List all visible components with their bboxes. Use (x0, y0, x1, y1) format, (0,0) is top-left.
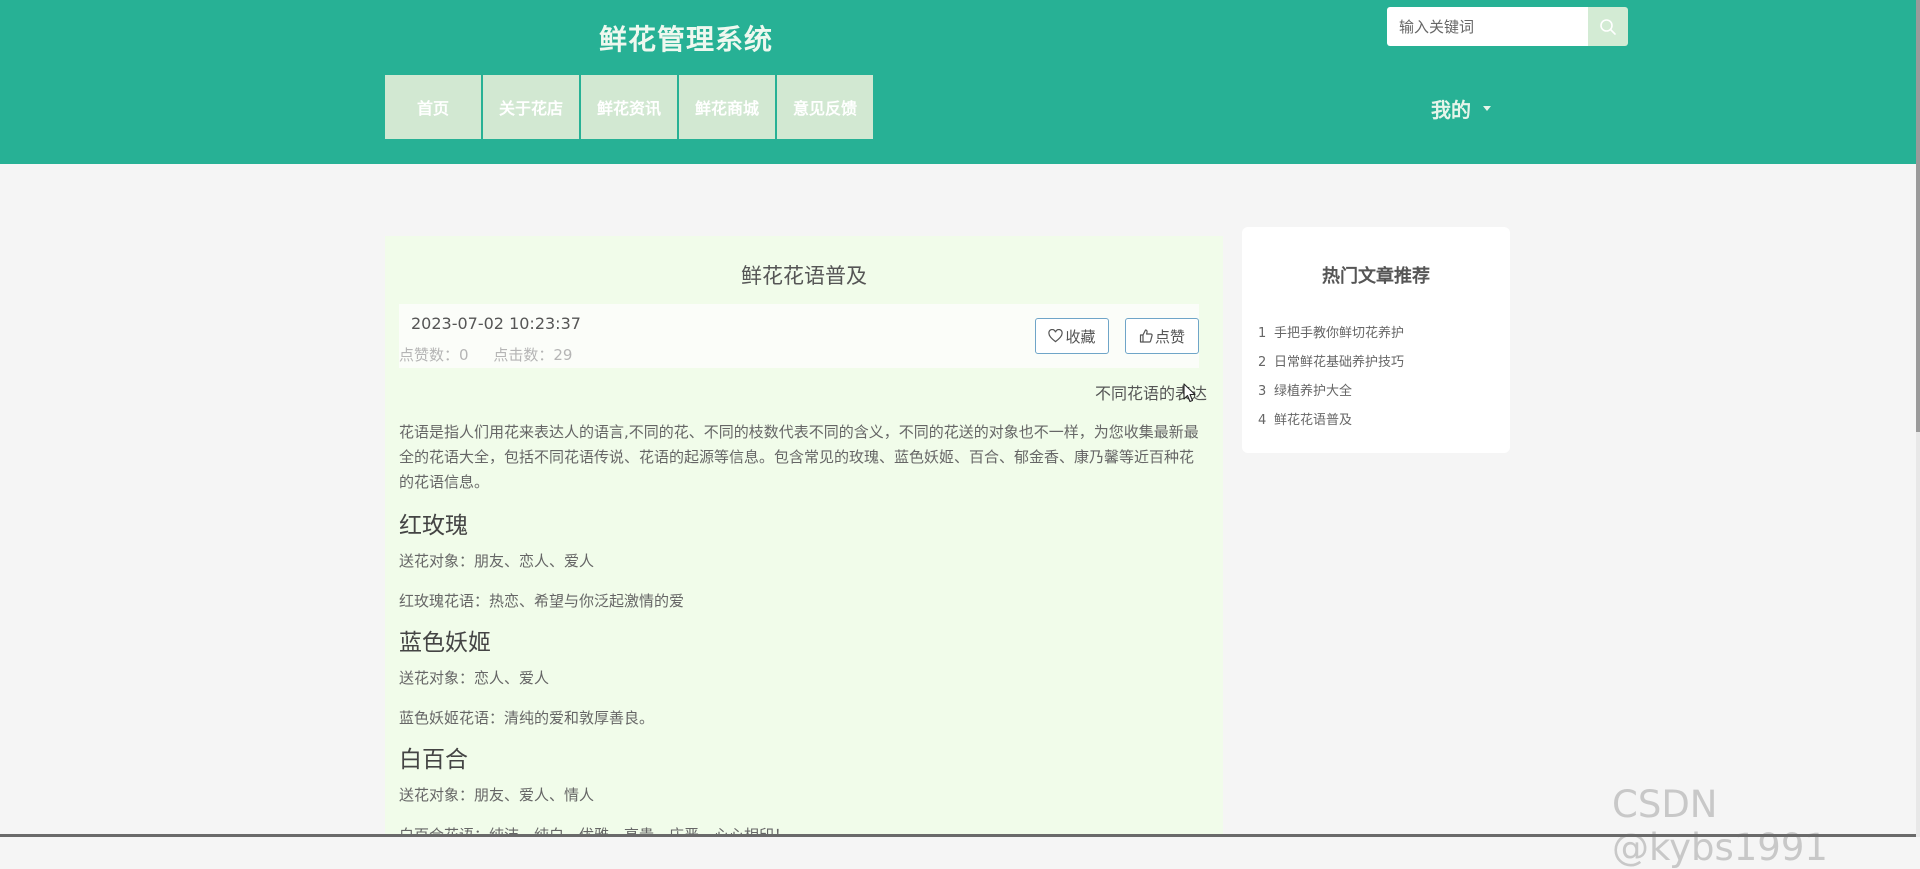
search-input[interactable] (1387, 7, 1588, 46)
favorite-label: 收藏 (1065, 327, 1096, 346)
search-button[interactable] (1588, 7, 1628, 46)
like-button[interactable]: 点赞 (1125, 318, 1199, 354)
top-header: 鲜花管理系统 首页 关于花店 鲜花资讯 鲜花商城 意见反馈 我的 (0, 0, 1916, 164)
hot-articles-sidebar: 热门文章推荐 1 手把手教你鲜切花养护 2 日常鲜花基础养护技巧 3 绿植养护大全 4… (1242, 227, 1510, 453)
watermark: CSDN @kybs1991 (1612, 783, 1828, 869)
click-count: 点击数：29 (493, 346, 573, 364)
hot-article-list: 1 手把手教你鲜切花养护 2 日常鲜花基础养护技巧 3 绿植养护大全 4 鲜花花语普及 (1258, 322, 1404, 438)
section-recipients: 送花对象：恋人、爱人 (399, 669, 550, 687)
search-icon (1600, 18, 1616, 35)
favorite-button[interactable]: 收藏 (1035, 318, 1109, 354)
section-meaning: 蓝色妖姬花语：清纯的爱和敦厚善良。 (399, 709, 655, 727)
publish-date: 2023-07-02 10:23:37 (411, 314, 581, 333)
thumbs-up-icon (1139, 329, 1153, 343)
article-stats: 点赞数：0 点击数：29 (399, 344, 592, 365)
hot-article-item[interactable]: 1 手把手教你鲜切花养护 (1258, 322, 1404, 351)
hot-article-item[interactable]: 4 鲜花花语普及 (1258, 409, 1404, 438)
item-label: 鲜花花语普及 (1274, 413, 1353, 428)
article-panel: 鲜花花语普及 2023-07-02 10:23:37 点赞数：0 点击数：29 … (385, 236, 1223, 837)
mouse-cursor-icon (1183, 383, 1196, 403)
flower-section: 蓝色妖姬 送花对象：恋人、爱人 蓝色妖姬花语：清纯的爱和敦厚善良。 (399, 623, 1207, 728)
section-meaning: 红玫瑰花语：热恋、希望与你泛起激情的爱 (399, 592, 685, 610)
hot-article-item[interactable]: 3 绿植养护大全 (1258, 380, 1404, 409)
item-label: 日常鲜花基础养护技巧 (1274, 355, 1405, 370)
nav-item-about[interactable]: 关于花店 (483, 75, 579, 139)
user-menu[interactable]: 我的 (1431, 94, 1491, 122)
like-count: 点赞数：0 (399, 346, 469, 364)
section-heading: 红玫瑰 (399, 513, 468, 539)
main-nav: 首页 关于花店 鲜花资讯 鲜花商城 意见反馈 (385, 75, 873, 139)
flower-section: 红玫瑰 送花对象：朋友、恋人、爱人 红玫瑰花语：热恋、希望与你泛起激情的爱 (399, 506, 1207, 611)
item-number: 4 (1258, 413, 1267, 428)
section-recipients: 送花对象：朋友、爱人、情人 (399, 786, 595, 804)
hot-article-item[interactable]: 2 日常鲜花基础养护技巧 (1258, 351, 1404, 380)
nav-item-home[interactable]: 首页 (385, 75, 481, 139)
item-label: 手把手教你鲜切花养护 (1274, 326, 1405, 341)
page-scrollbar[interactable] (1916, 0, 1920, 837)
nav-item-feedback[interactable]: 意见反馈 (777, 75, 873, 139)
search-box (1387, 7, 1628, 46)
site-title: 鲜花管理系统 (598, 23, 773, 56)
article-intro: 花语是指人们用花来表达人的语言,不同的花、不同的枝数代表不同的含义，不同的花送的… (399, 423, 1199, 491)
user-menu-label: 我的 (1431, 97, 1471, 122)
section-heading: 蓝色妖姬 (399, 630, 491, 656)
flower-section: 白百合 送花对象：朋友、爱人、情人 白百合花语：纯洁、纯白、优雅、高贵、庄严、心… (399, 740, 1207, 837)
article-title: 鲜花花语普及 (741, 264, 867, 288)
item-number: 3 (1258, 384, 1267, 399)
section-heading: 白百合 (399, 747, 468, 773)
scrollbar-thumb[interactable] (1916, 0, 1920, 432)
item-number: 1 (1258, 326, 1267, 341)
section-recipients: 送花对象：朋友、恋人、爱人 (399, 552, 595, 570)
sidebar-title: 热门文章推荐 (1322, 266, 1430, 287)
item-number: 2 (1258, 355, 1267, 370)
nav-item-shop[interactable]: 鲜花商城 (679, 75, 775, 139)
heart-icon (1048, 329, 1064, 343)
caret-down-icon (1483, 105, 1491, 111)
item-label: 绿植养护大全 (1274, 384, 1353, 399)
nav-item-news[interactable]: 鲜花资讯 (581, 75, 677, 139)
like-label: 点赞 (1154, 327, 1185, 346)
